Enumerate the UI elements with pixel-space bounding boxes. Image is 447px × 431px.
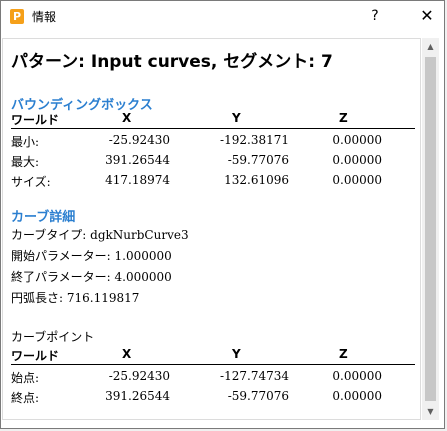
points-header-world: ワールド bbox=[11, 349, 60, 363]
bbox-min-z: 0.00000 bbox=[332, 133, 382, 147]
bbox-max-y: -59.77076 bbox=[227, 153, 289, 167]
curve-type-line: カーブタイプ: dgkNurbCurve3 bbox=[11, 228, 189, 242]
curve-points-section-title: カーブポイント bbox=[11, 330, 95, 344]
bbox-min-x: -25.92430 bbox=[108, 133, 170, 147]
points-header-y: Y bbox=[232, 347, 241, 361]
points-header-z: Z bbox=[339, 347, 348, 361]
close-button[interactable]: ✕ bbox=[416, 5, 438, 27]
info-dialog: P 情報 ? ✕ パターン: Input curves, セグメント: 7 バウ… bbox=[0, 0, 445, 429]
pattern-heading: パターン: Input curves, セグメント: 7 bbox=[11, 52, 333, 72]
end-point-z: 0.00000 bbox=[332, 389, 382, 403]
bbox-header-y: Y bbox=[232, 111, 241, 125]
points-header-x: X bbox=[122, 347, 132, 361]
curve-detail-section-title: カーブ詳細 bbox=[11, 210, 76, 225]
bbox-max-z: 0.00000 bbox=[332, 153, 382, 167]
start-point-label: 始点: bbox=[11, 371, 40, 385]
bbox-size-y: 132.61096 bbox=[224, 173, 289, 187]
title-bar[interactable]: P 情報 ? ✕ bbox=[1, 1, 444, 31]
bbox-header-rule bbox=[11, 128, 415, 129]
bbox-header-z: Z bbox=[339, 111, 348, 125]
help-button[interactable]: ? bbox=[364, 5, 386, 27]
start-param-line: 開始パラメーター: 1.000000 bbox=[11, 249, 172, 263]
info-content: パターン: Input curves, セグメント: 7 バウンディングボックス… bbox=[2, 38, 421, 420]
start-point-x: -25.92430 bbox=[108, 369, 170, 383]
bbox-size-z: 0.00000 bbox=[332, 173, 382, 187]
scroll-up-arrow-icon[interactable]: ▲ bbox=[422, 38, 439, 55]
scroll-down-arrow-icon[interactable]: ▼ bbox=[422, 403, 439, 420]
start-point-z: 0.00000 bbox=[332, 369, 382, 383]
end-point-x: 391.26544 bbox=[105, 389, 170, 403]
end-point-label: 終点: bbox=[11, 391, 40, 405]
bbox-row-max-label: 最大: bbox=[11, 155, 40, 169]
end-param-line: 終了パラメーター: 4.000000 bbox=[11, 270, 172, 284]
scroll-thumb[interactable] bbox=[425, 57, 436, 401]
app-icon: P bbox=[10, 9, 24, 24]
bbox-row-size-label: サイズ: bbox=[11, 175, 51, 189]
bbox-size-x: 417.18974 bbox=[105, 173, 170, 187]
end-point-y: -59.77076 bbox=[227, 389, 289, 403]
bbox-header-world: ワールド bbox=[11, 113, 60, 127]
bbox-min-y: -192.38171 bbox=[220, 133, 289, 147]
vertical-scrollbar[interactable]: ▲ ▼ bbox=[422, 38, 439, 420]
bbox-max-x: 391.26544 bbox=[105, 153, 170, 167]
arc-length-line: 円弧長さ: 716.119817 bbox=[11, 291, 140, 305]
points-header-rule bbox=[11, 364, 415, 365]
window-title: 情報 bbox=[32, 10, 57, 24]
bbox-row-min-label: 最小: bbox=[11, 135, 40, 149]
start-point-y: -127.74734 bbox=[220, 369, 289, 383]
bbox-header-x: X bbox=[122, 111, 132, 125]
